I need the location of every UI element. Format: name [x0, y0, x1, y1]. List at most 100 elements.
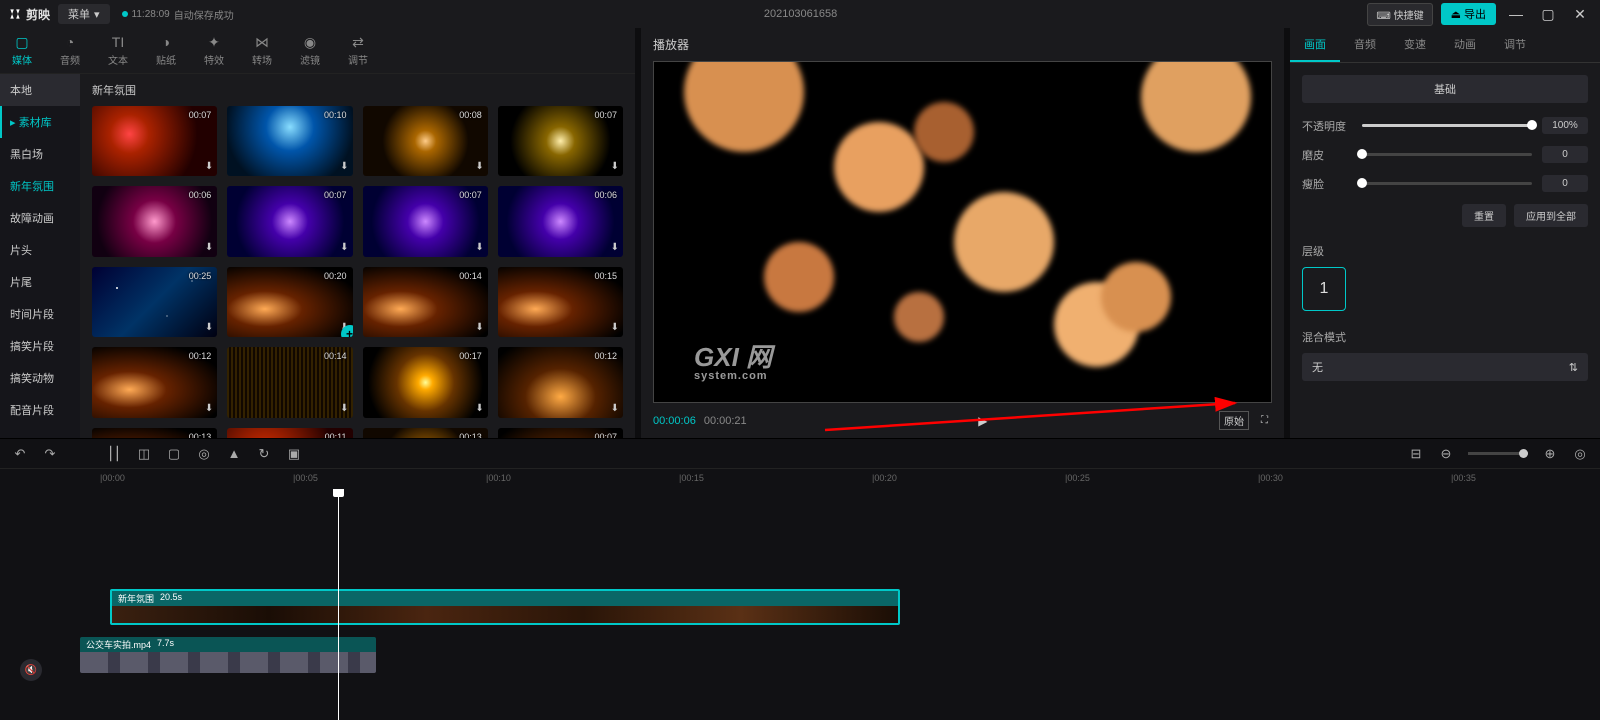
media-tab-3[interactable]: ◑贴纸 — [156, 34, 176, 67]
smooth-slider[interactable] — [1362, 153, 1532, 156]
opacity-slider[interactable] — [1362, 124, 1532, 127]
zoom-out-button[interactable]: ⊖ — [1438, 446, 1454, 462]
mirror-button[interactable]: ▲ — [226, 446, 242, 461]
zoom-in-button[interactable]: ⊕ — [1542, 446, 1558, 462]
media-thumb-11[interactable]: 00:15⬇ — [498, 267, 623, 337]
download-icon[interactable]: ⬇ — [205, 161, 213, 172]
download-icon[interactable]: ⬇ — [475, 242, 483, 253]
download-icon[interactable]: ⬇ — [475, 403, 483, 414]
download-icon[interactable]: ⬇ — [205, 322, 213, 333]
media-tab-5[interactable]: ⋈转场 — [252, 34, 272, 67]
slim-value[interactable]: 0 — [1542, 175, 1588, 192]
minimize-button[interactable]: — — [1504, 6, 1528, 22]
download-icon[interactable]: ⬇ — [611, 242, 619, 253]
media-tab-7[interactable]: ⇄调节 — [348, 34, 368, 67]
playhead[interactable] — [338, 489, 339, 720]
export-button[interactable]: ⏏ 导出 — [1441, 3, 1496, 25]
media-thumb-8[interactable]: 00:25⬇ — [92, 267, 217, 337]
maximize-button[interactable]: ▢ — [1536, 6, 1560, 23]
media-thumb-3[interactable]: 00:07⬇ — [498, 106, 623, 176]
sidebar-library[interactable]: ▸ 素材库 — [0, 106, 80, 138]
download-icon[interactable]: ⬇ — [205, 403, 213, 414]
freeze-button[interactable]: ◎ — [196, 446, 212, 462]
play-button[interactable]: ▶ — [755, 414, 1211, 428]
media-thumb-7[interactable]: 00:06⬇ — [498, 186, 623, 256]
download-icon[interactable]: ⬇ — [340, 403, 348, 414]
clip-overlay[interactable]: 新年氛围20.5s — [110, 589, 900, 625]
undo-button[interactable]: ↶ — [12, 446, 28, 462]
download-icon[interactable]: ⬇ — [611, 322, 619, 333]
basic-button[interactable]: 基础 — [1302, 75, 1588, 103]
track-mute-button[interactable]: 🔇 — [20, 659, 42, 681]
sidebar-cat-5[interactable]: 时间片段 — [0, 298, 80, 330]
timeline-tracks[interactable]: 🔇 新年氛围20.5s 公交车实拍.mp47.7s — [0, 489, 1600, 720]
sidebar-cat-1[interactable]: 新年氛围 — [0, 170, 80, 202]
inspector-tab-2[interactable]: 变速 — [1390, 28, 1440, 62]
sidebar-cat-4[interactable]: 片尾 — [0, 266, 80, 298]
media-thumb-9[interactable]: 00:20⬇+ — [227, 267, 352, 337]
media-thumb-13[interactable]: 00:14⬇ — [227, 347, 352, 417]
download-icon[interactable]: ⬇ — [340, 161, 348, 172]
sidebar-local[interactable]: 本地 — [0, 74, 80, 106]
media-tab-1[interactable]: ◔音频 — [60, 34, 80, 67]
player-viewport[interactable]: GXI 网 system.com — [653, 61, 1272, 403]
split-button[interactable]: ⎮⎮ — [106, 446, 122, 462]
slim-slider[interactable] — [1362, 182, 1532, 185]
download-icon[interactable]: ⬇ — [205, 242, 213, 253]
inspector-tab-0[interactable]: 画面 — [1290, 28, 1340, 62]
shortcut-button[interactable]: ⌨ 快捷键 — [1367, 3, 1432, 26]
rotate-button[interactable]: ↻ — [256, 446, 272, 462]
zoom-fit-button[interactable]: ◎ — [1572, 446, 1588, 462]
timeline-ruler[interactable]: |00:00|00:05|00:10|00:15|00:20|00:25|00:… — [80, 469, 1600, 489]
download-icon[interactable]: ⬇ — [611, 403, 619, 414]
reset-button[interactable]: 重置 — [1462, 204, 1506, 227]
layer-box[interactable]: 1 — [1302, 267, 1346, 311]
sidebar-cat-3[interactable]: 片头 — [0, 234, 80, 266]
close-button[interactable]: ✕ — [1568, 6, 1592, 23]
menu-button[interactable]: 菜单▾ — [58, 4, 110, 24]
add-icon[interactable]: + — [341, 325, 353, 337]
sidebar-cat-7[interactable]: 搞笑动物 — [0, 362, 80, 394]
media-thumb-19[interactable]: 00:07⬇ — [498, 428, 623, 438]
media-thumb-17[interactable]: 00:11⬇ — [227, 428, 352, 438]
clip-main[interactable]: 公交车实拍.mp47.7s — [80, 637, 376, 673]
inspector-tab-4[interactable]: 调节 — [1490, 28, 1540, 62]
apply-all-button[interactable]: 应用到全部 — [1514, 204, 1588, 227]
fullscreen-button[interactable]: ⛶ — [1257, 414, 1272, 427]
media-thumb-5[interactable]: 00:07⬇ — [227, 186, 352, 256]
sidebar-cat-6[interactable]: 搞笑片段 — [0, 330, 80, 362]
opacity-value[interactable]: 100% — [1542, 117, 1588, 134]
media-thumb-12[interactable]: 00:12⬇ — [92, 347, 217, 417]
media-tab-4[interactable]: ✦特效 — [204, 34, 224, 67]
inspector-tab-1[interactable]: 音频 — [1340, 28, 1390, 62]
media-tab-6[interactable]: ◉滤镜 — [300, 34, 320, 67]
media-thumb-18[interactable]: 00:13⬇ — [363, 428, 488, 438]
sidebar-cat-2[interactable]: 故障动画 — [0, 202, 80, 234]
crop-button[interactable]: ▣ — [286, 446, 302, 462]
media-thumb-4[interactable]: 00:06⬇ — [92, 186, 217, 256]
media-thumb-1[interactable]: 00:10⬇ — [227, 106, 352, 176]
blend-mode-dropdown[interactable]: 无⇅ — [1302, 353, 1588, 381]
media-thumb-6[interactable]: 00:07⬇ — [363, 186, 488, 256]
media-thumb-16[interactable]: 00:13⬇ — [92, 428, 217, 438]
media-thumb-14[interactable]: 00:17⬇ — [363, 347, 488, 417]
download-icon[interactable]: ⬇ — [611, 161, 619, 172]
media-thumb-0[interactable]: 00:07⬇ — [92, 106, 217, 176]
download-icon[interactable]: ⬇ — [340, 242, 348, 253]
delete-left-button[interactable]: ◫ — [136, 446, 152, 462]
download-icon[interactable]: ⬇ — [475, 161, 483, 172]
delete-right-button[interactable]: ▢ — [166, 446, 182, 462]
smooth-value[interactable]: 0 — [1542, 146, 1588, 163]
ratio-button[interactable]: 原始 — [1219, 411, 1249, 430]
media-thumb-15[interactable]: 00:12⬇ — [498, 347, 623, 417]
sidebar-cat-8[interactable]: 配音片段 — [0, 394, 80, 426]
inspector-tab-3[interactable]: 动画 — [1440, 28, 1490, 62]
media-tab-2[interactable]: TI文本 — [108, 34, 128, 67]
media-thumb-2[interactable]: 00:08⬇ — [363, 106, 488, 176]
download-icon[interactable]: ⬇ — [475, 322, 483, 333]
media-thumb-10[interactable]: 00:14⬇ — [363, 267, 488, 337]
sidebar-cat-0[interactable]: 黑白场 — [0, 138, 80, 170]
media-tab-0[interactable]: ▢媒体 — [12, 34, 32, 67]
redo-button[interactable]: ↷ — [42, 446, 58, 462]
magnet-button[interactable]: ⊟ — [1408, 446, 1424, 462]
